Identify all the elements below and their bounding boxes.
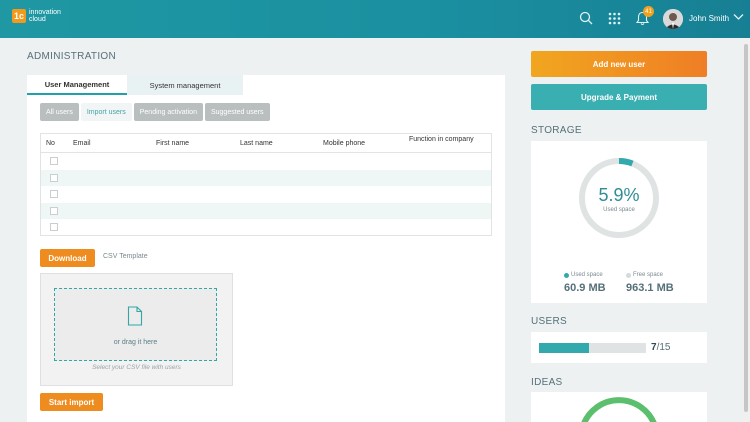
- file-icon: [127, 306, 143, 326]
- tab-system-management[interactable]: System management: [127, 75, 243, 95]
- row-checkbox[interactable]: [50, 157, 58, 165]
- search-icon[interactable]: [579, 11, 593, 25]
- table-row: [41, 169, 491, 187]
- users-progress-fill: [539, 343, 589, 353]
- legend-free: Free space: [626, 272, 663, 278]
- tab-user-management[interactable]: User Management: [27, 75, 127, 95]
- legend-free-dot: [626, 272, 631, 278]
- tab-bar: User Management System management: [27, 75, 243, 95]
- csv-template-label: CSV Template: [103, 253, 148, 260]
- drag-hint: or drag it here: [113, 339, 158, 346]
- apps-grid-icon[interactable]: [608, 12, 621, 25]
- logo-badge: 1c: [12, 9, 26, 23]
- table-row: [41, 153, 491, 170]
- logo-text-line1: innovation: [29, 9, 61, 16]
- legend-used: Used space: [564, 272, 603, 278]
- subtab-all-users[interactable]: All users: [40, 103, 79, 121]
- legend-used-label: Used space: [571, 272, 603, 278]
- download-button[interactable]: Download: [40, 249, 95, 267]
- storage-used-caption: Used space: [603, 207, 635, 213]
- upgrade-payment-button[interactable]: Upgrade & Payment: [531, 84, 707, 110]
- users-title: USERS: [531, 316, 567, 327]
- notification-badge: 41: [643, 6, 654, 17]
- storage-percent: 5.9%: [598, 185, 640, 205]
- add-new-user-button[interactable]: Add new user: [531, 51, 707, 77]
- legend-used-dot: [564, 272, 569, 278]
- row-checkbox[interactable]: [50, 206, 58, 215]
- logo[interactable]: 1c innovation cloud: [12, 9, 61, 23]
- chevron-down-icon[interactable]: [733, 13, 744, 21]
- row-checkbox[interactable]: [50, 173, 58, 182]
- column-header-mobile-phone: Mobile phone: [323, 140, 366, 147]
- legend-free-label: Free space: [633, 272, 664, 278]
- row-checkbox[interactable]: [50, 223, 58, 232]
- user-avatar-icon: [663, 9, 683, 29]
- users-table: No Email First name Last name Mobile pho…: [40, 133, 492, 236]
- table-row: [41, 186, 491, 203]
- ideas-title: IDEAS: [531, 377, 563, 388]
- row-checkbox[interactable]: [50, 190, 58, 199]
- table-row: [41, 202, 491, 220]
- column-header-no: No: [46, 140, 55, 147]
- start-import-button[interactable]: Start import: [40, 393, 103, 411]
- select-file-hint: Select your CSV file with users: [92, 364, 181, 371]
- column-header-function: Function in company: [409, 136, 474, 143]
- free-space-value: 963.1 MB: [626, 282, 674, 294]
- ideas-donut: [581, 397, 657, 422]
- table-header: No Email First name Last name Mobile pho…: [41, 134, 491, 153]
- scrollbar-thumb[interactable]: [744, 44, 748, 412]
- users-count: 7/15: [651, 342, 670, 353]
- column-header-email: Email: [73, 140, 91, 147]
- ideas-card: [531, 392, 707, 422]
- user-name[interactable]: John Smith: [689, 14, 729, 23]
- subtab-pending-activation[interactable]: Pending activation: [133, 103, 203, 121]
- page-title: ADMINISTRATION: [27, 51, 117, 62]
- subtab-suggested-users[interactable]: Suggested users: [204, 103, 270, 121]
- subtab-import-users[interactable]: Import users: [80, 103, 132, 121]
- subtab-bar: All users Import users Pending activatio…: [40, 103, 270, 121]
- logo-text-line2: cloud: [29, 16, 46, 23]
- used-space-value: 60.9 MB: [564, 282, 606, 294]
- column-header-last-name: Last name: [240, 140, 273, 147]
- storage-title: STORAGE: [531, 125, 582, 136]
- avatar[interactable]: [663, 9, 683, 29]
- table-row: [41, 219, 491, 236]
- column-header-first-name: First name: [156, 140, 190, 147]
- users-total: /15: [656, 342, 671, 353]
